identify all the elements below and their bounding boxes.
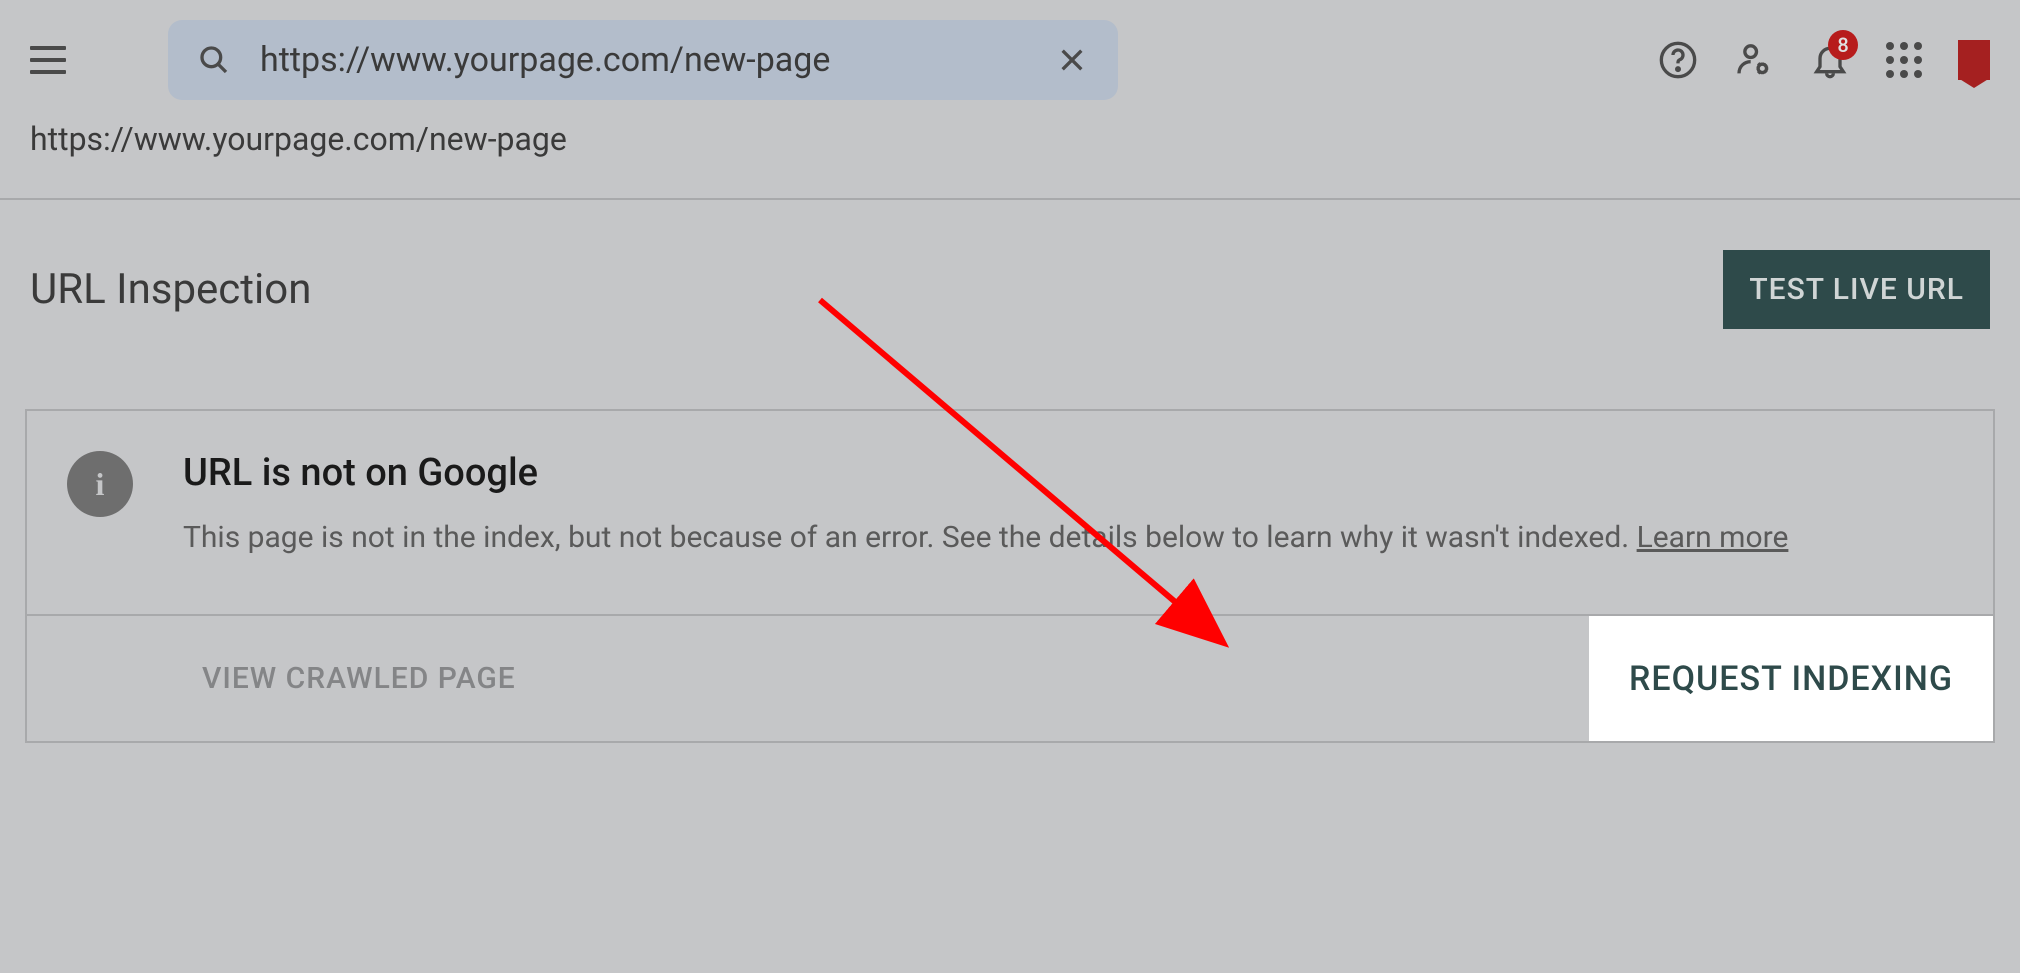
url-search-input[interactable] (260, 40, 1056, 80)
profile-banner-icon[interactable] (1958, 40, 1990, 80)
test-live-url-button[interactable]: TEST LIVE URL (1723, 250, 1990, 329)
apps-grid-icon[interactable] (1886, 42, 1922, 78)
help-icon[interactable] (1658, 40, 1698, 80)
search-icon (198, 44, 230, 76)
info-icon: i (67, 451, 133, 517)
hamburger-menu-icon[interactable] (30, 36, 78, 84)
user-settings-icon[interactable] (1734, 40, 1774, 80)
learn-more-link[interactable]: Learn more (1637, 520, 1789, 555)
card-heading: URL is not on Google (183, 451, 1953, 495)
notification-badge: 8 (1828, 30, 1858, 60)
notifications-icon[interactable]: 8 (1810, 40, 1850, 80)
inspection-card: i URL is not on Google This page is not … (25, 409, 1995, 743)
breadcrumb-url: https://www.yourpage.com/new-page (0, 120, 2020, 198)
request-indexing-button[interactable]: REQUEST INDEXING (1589, 616, 1993, 741)
card-description: This page is not in the index, but not b… (183, 517, 1953, 559)
page-title: URL Inspection (30, 265, 311, 314)
view-crawled-page-button[interactable]: VIEW CRAWLED PAGE (202, 661, 516, 696)
close-icon[interactable] (1056, 44, 1088, 76)
search-bar (168, 20, 1118, 100)
